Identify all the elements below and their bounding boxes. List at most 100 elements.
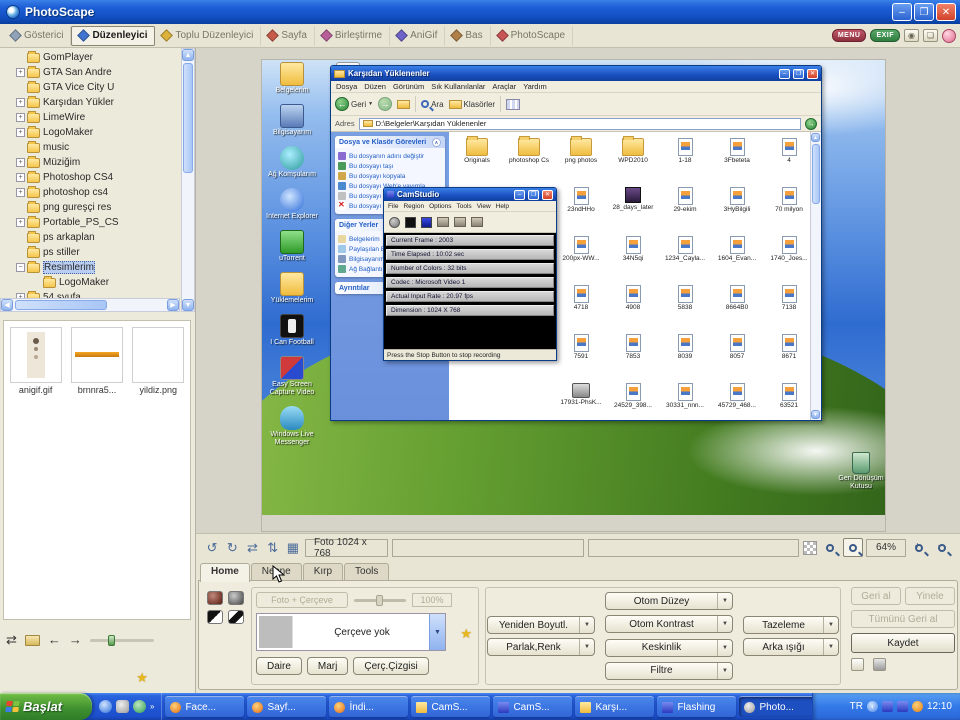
dropdown-arrow-icon[interactable]: ▼: [579, 617, 594, 633]
tree-expander[interactable]: +: [16, 158, 25, 167]
task-button[interactable]: Sayf...: [247, 696, 327, 717]
flip-vertical-icon[interactable]: ⇅: [265, 539, 281, 557]
editor-tab[interactable]: Home: [200, 563, 250, 582]
frame-select[interactable]: Çerçeve yok ▼: [256, 613, 446, 651]
chevron-down-icon[interactable]: ▼: [429, 614, 445, 650]
zoom-out-button[interactable]: −: [932, 538, 952, 557]
task-button[interactable]: Photo...: [739, 696, 812, 717]
adjust-button[interactable]: Parlak,Renk ▼: [487, 638, 595, 656]
tree-item[interactable]: + Photoshop CS4: [2, 170, 180, 185]
tree-expander[interactable]: [16, 203, 25, 212]
tree-expander[interactable]: +: [16, 188, 25, 197]
editor-tab[interactable]: Kırp: [302, 563, 344, 580]
tree-item[interactable]: GTA Vice City U: [2, 80, 180, 95]
resize-icon[interactable]: ▦: [285, 539, 301, 557]
favorites-star-icon[interactable]: ★: [136, 671, 148, 685]
photo-frame-button[interactable]: Foto + Çerçeve: [256, 592, 348, 608]
zoom-in-button[interactable]: +: [909, 538, 929, 557]
tree-expander[interactable]: [16, 233, 25, 242]
scrollbar-thumb[interactable]: [15, 300, 107, 310]
swatch-threshold[interactable]: [228, 610, 244, 624]
tree-item[interactable]: + LimeWire: [2, 110, 180, 125]
tree-item[interactable]: + LogoMaker: [2, 125, 180, 140]
swatch-bw[interactable]: [207, 610, 223, 624]
tree-item[interactable]: GomPlayer: [2, 50, 180, 65]
maximize-button[interactable]: ❐: [914, 3, 934, 21]
task-button[interactable]: Face...: [165, 696, 245, 717]
open-folder-icon[interactable]: [24, 634, 40, 646]
tree-expander[interactable]: [16, 248, 25, 257]
tree-item[interactable]: + GTA San Andre: [2, 65, 180, 80]
task-button[interactable]: Karşı...: [575, 696, 655, 717]
thumbnail-item[interactable]: brnnra5...: [69, 327, 124, 395]
undo-all-button[interactable]: Tümünü Geri al: [851, 610, 955, 628]
tree-item[interactable]: + Karşıdan Yükler: [2, 95, 180, 110]
dropdown-arrow-icon[interactable]: ▼: [579, 639, 594, 655]
main-tab[interactable]: Birleştirme: [315, 25, 391, 46]
thumbnail-size-slider[interactable]: [89, 634, 154, 646]
edited-image[interactable]: Belgelerim Bilgisayarım Ağ Komşularım In…: [262, 60, 885, 531]
main-tab[interactable]: Gösterici: [4, 25, 72, 46]
camera-icon[interactable]: ◉: [904, 29, 919, 42]
dropdown-arrow-icon[interactable]: ▼: [717, 593, 732, 609]
back-arrow-icon[interactable]: ←: [48, 633, 61, 647]
tree-item[interactable]: + Portable_PS_CS: [2, 215, 180, 230]
main-tab[interactable]: Bas: [445, 25, 491, 46]
tree-expander[interactable]: +: [16, 68, 25, 77]
swatch-grayscale[interactable]: [228, 591, 244, 605]
tree-horizontal-scrollbar[interactable]: ◀ ▶: [0, 298, 180, 312]
dropdown-arrow-icon[interactable]: ▼: [717, 639, 732, 656]
save-button[interactable]: Kaydet: [851, 633, 955, 653]
forward-arrow-icon[interactable]: →: [69, 633, 82, 647]
language-indicator[interactable]: TR: [850, 701, 863, 712]
task-button[interactable]: İndi...: [329, 696, 409, 717]
thumbnail-item[interactable]: anigif.gif: [8, 327, 63, 395]
main-tab[interactable]: Düzenleyici: [71, 25, 156, 46]
zoom-fit-button[interactable]: [843, 538, 863, 557]
circle-button[interactable]: Daire: [256, 657, 302, 675]
tree-item[interactable]: png gureşçi res: [2, 200, 180, 215]
main-tab[interactable]: AniGif: [390, 25, 446, 46]
main-tab[interactable]: Toplu Düzenleyici: [155, 25, 262, 46]
scroll-right-icon[interactable]: ▶: [167, 299, 179, 311]
redo-button[interactable]: Yinele: [905, 587, 955, 605]
printer-icon[interactable]: [873, 658, 887, 671]
transparency-icon[interactable]: [803, 540, 817, 555]
tree-expander[interactable]: +: [16, 113, 25, 122]
scroll-left-icon[interactable]: ◀: [1, 299, 13, 311]
canvas-area[interactable]: Belgelerim Bilgisayarım Ağ Komşularım In…: [196, 48, 960, 533]
tree-item[interactable]: LogoMaker: [2, 275, 180, 290]
adjust-button[interactable]: Otom Düzey ▼: [605, 592, 733, 610]
tray-chevron-icon[interactable]: ‹: [866, 701, 878, 712]
undo-button[interactable]: Geri al: [851, 587, 901, 605]
task-button[interactable]: CamS...: [411, 696, 491, 717]
adjust-button[interactable]: Otom Kontrast ▼: [605, 615, 733, 634]
dropdown-arrow-icon[interactable]: ▼: [717, 662, 732, 679]
tree-vertical-scrollbar[interactable]: ▲ ▼: [181, 48, 195, 312]
new-document-icon[interactable]: [851, 658, 864, 671]
tree-expander[interactable]: [32, 278, 41, 287]
copy-icon[interactable]: ❏: [923, 29, 938, 42]
thumbnail-item[interactable]: yildiz.png: [131, 327, 186, 395]
scroll-down-icon[interactable]: ▼: [182, 299, 194, 311]
tree-item[interactable]: − Resimlerim: [2, 260, 180, 275]
tree-expander[interactable]: +: [16, 98, 25, 107]
margin-button[interactable]: Marj: [306, 657, 349, 675]
dropdown-arrow-icon[interactable]: ▼: [823, 617, 838, 633]
quick-launch-overflow[interactable]: »: [150, 702, 154, 711]
star-icon[interactable]: ★: [460, 626, 472, 642]
show-desktop-icon[interactable]: [116, 700, 129, 713]
camstudio-tray-icon[interactable]: [896, 701, 908, 712]
swatch-sepia[interactable]: [207, 591, 223, 605]
help-icon[interactable]: [942, 28, 956, 43]
messenger-icon[interactable]: [133, 700, 146, 713]
main-tab[interactable]: PhotoScape: [491, 25, 574, 46]
frame-opacity-slider[interactable]: [354, 594, 406, 606]
dropdown-arrow-icon[interactable]: ▼: [823, 639, 838, 655]
tree-expander[interactable]: [16, 143, 25, 152]
tree-expander[interactable]: +: [16, 173, 25, 182]
tree-expander[interactable]: [16, 53, 25, 62]
volume-tray-icon[interactable]: [911, 701, 923, 712]
zoom-actual-button[interactable]: [820, 538, 840, 557]
tree-item[interactable]: + 54 syufa: [2, 290, 180, 298]
